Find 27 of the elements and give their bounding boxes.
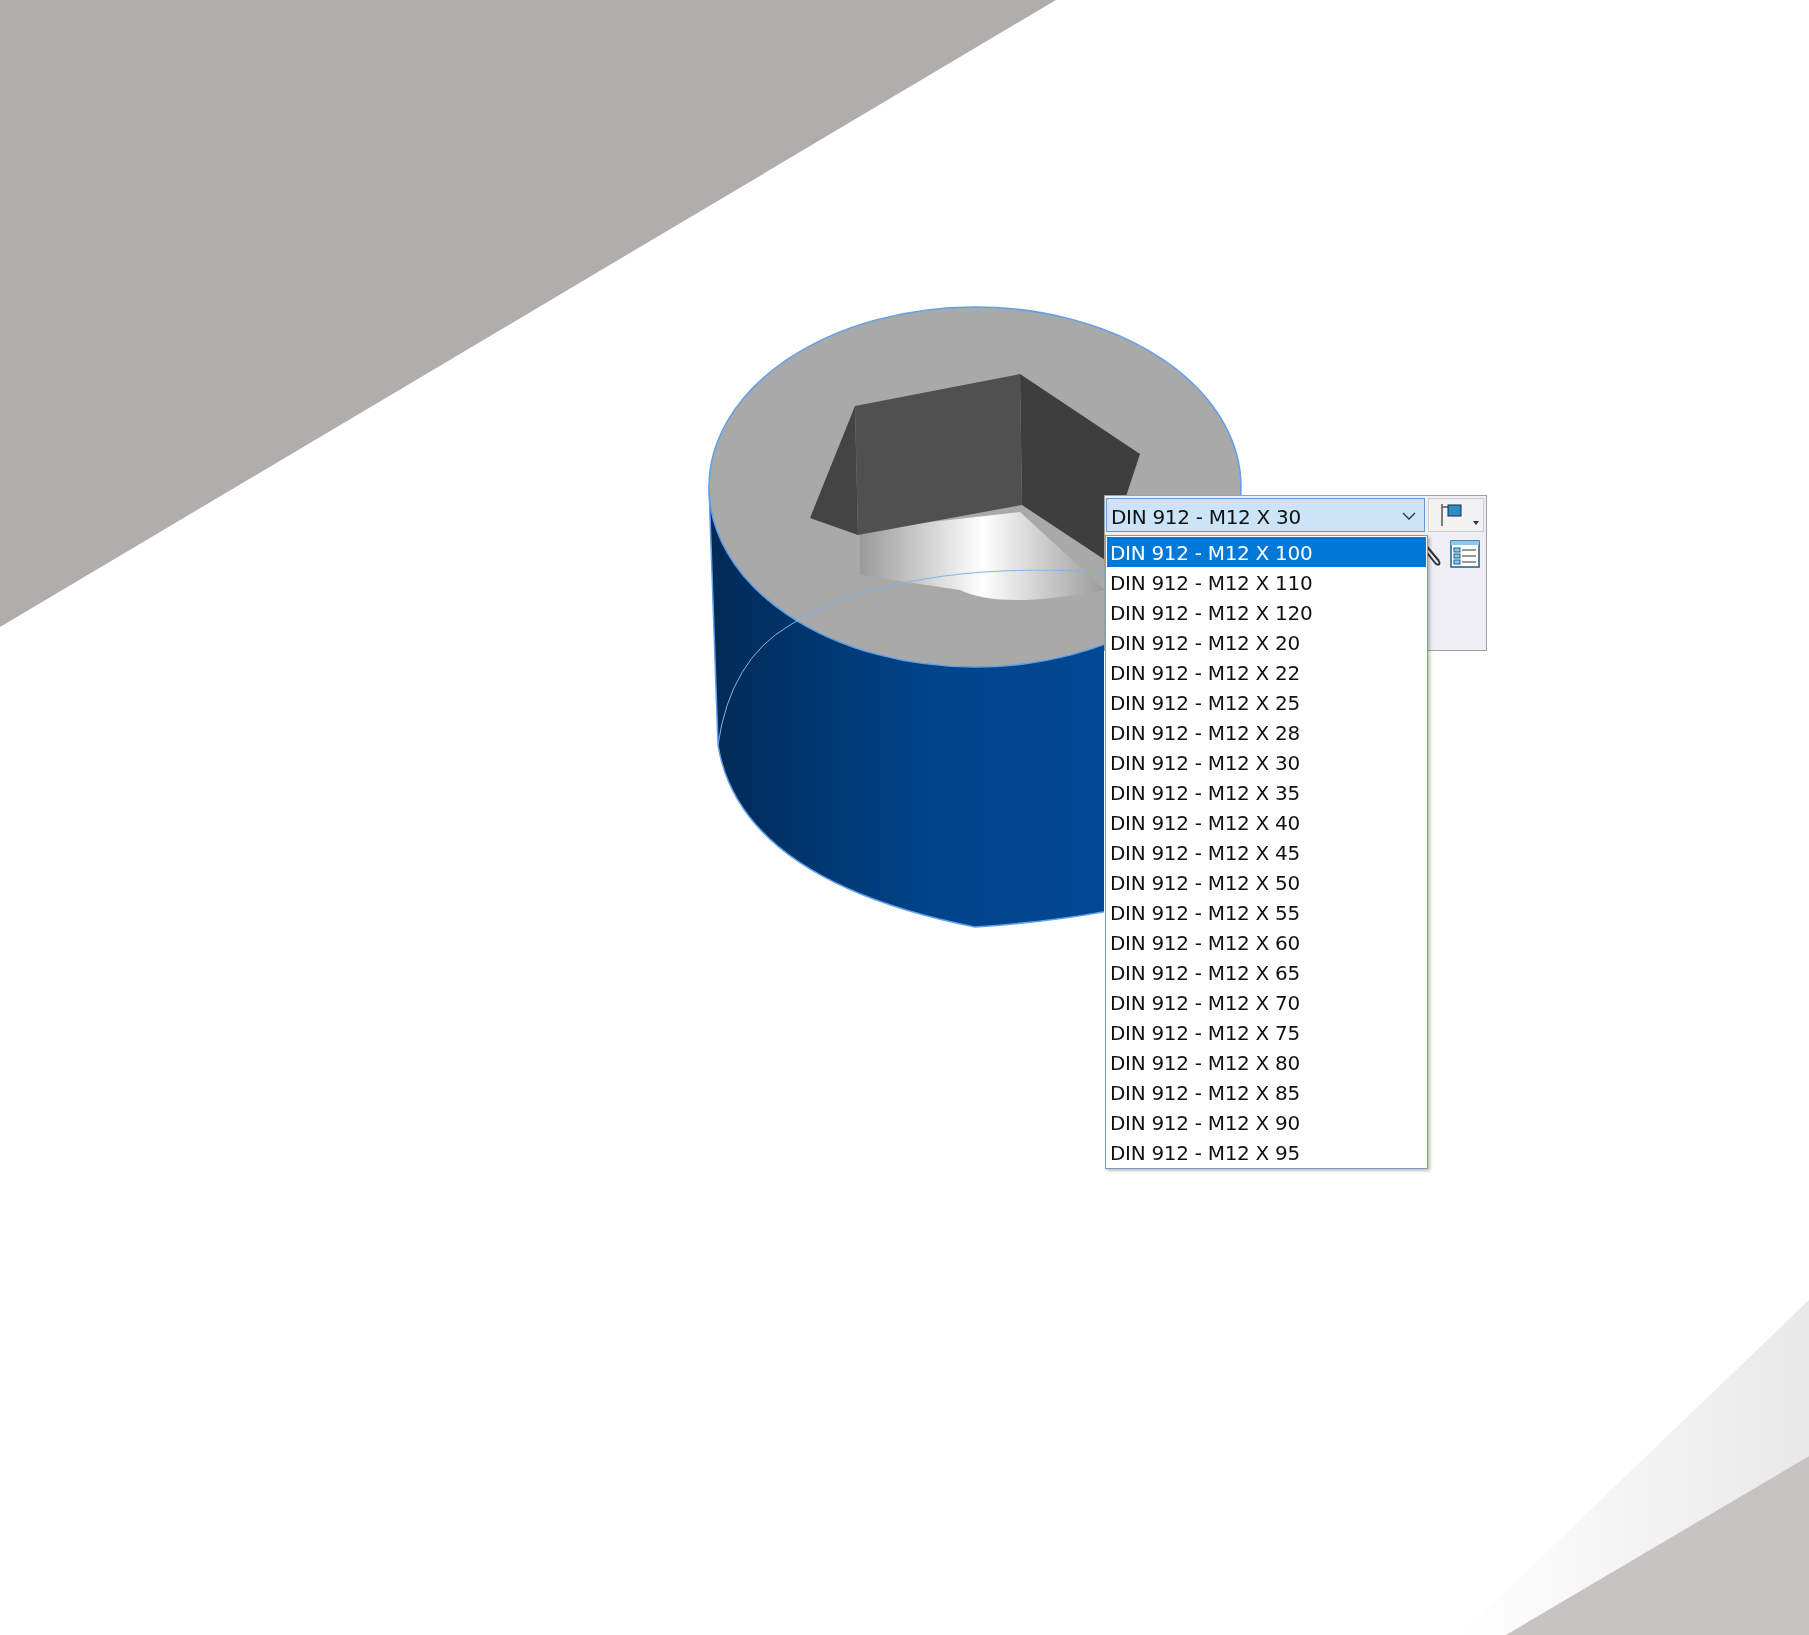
- dropdown-option[interactable]: DIN 912 - M12 X 65: [1107, 957, 1426, 987]
- caret-icon: [1473, 521, 1479, 525]
- dropdown-option[interactable]: DIN 912 - M12 X 80: [1107, 1047, 1426, 1077]
- dropdown-option[interactable]: DIN 912 - M12 X 55: [1107, 897, 1426, 927]
- dropdown-option[interactable]: DIN 912 - M12 X 28: [1107, 717, 1426, 747]
- dropdown-option[interactable]: DIN 912 - M12 X 45: [1107, 837, 1426, 867]
- dropdown-option[interactable]: DIN 912 - M12 X 90: [1107, 1107, 1426, 1137]
- list-view-icon[interactable]: [1450, 540, 1480, 568]
- dropdown-option[interactable]: DIN 912 - M12 X 50: [1107, 867, 1426, 897]
- dropdown-option[interactable]: DIN 912 - M12 X 110: [1107, 567, 1426, 597]
- configuration-dropdown[interactable]: DIN 912 - M12 X 30: [1106, 498, 1426, 532]
- dropdown-option[interactable]: DIN 912 - M12 X 70: [1107, 987, 1426, 1017]
- flag-button[interactable]: [1428, 498, 1484, 532]
- dropdown-option[interactable]: DIN 912 - M12 X 25: [1107, 687, 1426, 717]
- dropdown-option[interactable]: DIN 912 - M12 X 60: [1107, 927, 1426, 957]
- chevron-down-icon: [1402, 512, 1417, 521]
- dropdown-option[interactable]: DIN 912 - M12 X 22: [1107, 657, 1426, 687]
- dropdown-option[interactable]: DIN 912 - M12 X 100: [1107, 537, 1426, 567]
- dropdown-option[interactable]: DIN 912 - M12 X 85: [1107, 1077, 1426, 1107]
- dropdown-option[interactable]: DIN 912 - M12 X 20: [1107, 627, 1426, 657]
- dropdown-option[interactable]: DIN 912 - M12 X 75: [1107, 1017, 1426, 1047]
- flag-icon: [1439, 502, 1464, 528]
- dropdown-option[interactable]: DIN 912 - M12 X 35: [1107, 777, 1426, 807]
- dropdown-option[interactable]: DIN 912 - M12 X 120: [1107, 597, 1426, 627]
- dropdown-option[interactable]: DIN 912 - M12 X 95: [1107, 1137, 1426, 1167]
- dropdown-option[interactable]: DIN 912 - M12 X 40: [1107, 807, 1426, 837]
- dropdown-option[interactable]: DIN 912 - M12 X 30: [1107, 747, 1426, 777]
